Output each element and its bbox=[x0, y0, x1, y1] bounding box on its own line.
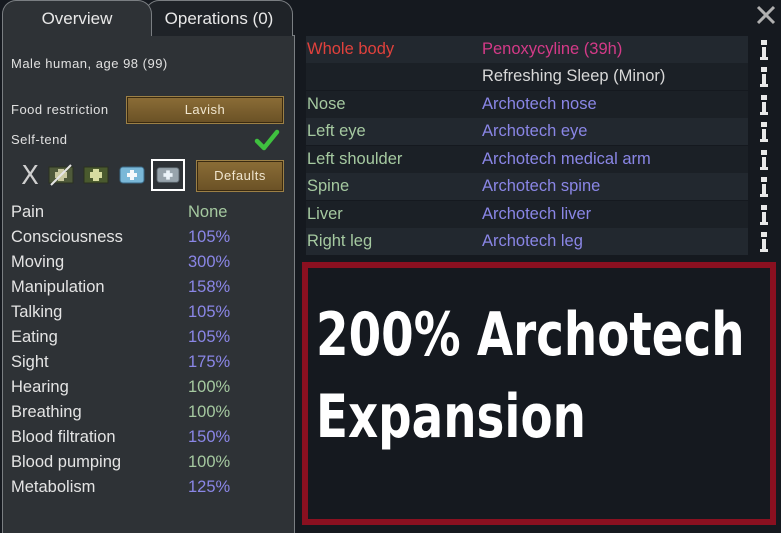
capacity-label: Blood pumping bbox=[11, 453, 122, 471]
info-icon[interactable] bbox=[758, 148, 770, 172]
glitterworld-medicine-icon bbox=[156, 167, 180, 183]
capacity-value: 105% bbox=[188, 328, 231, 346]
hediff-row[interactable]: Liver Archotech liver bbox=[306, 201, 748, 228]
capacity-value: 100% bbox=[188, 453, 231, 471]
capacity-label: Sight bbox=[11, 353, 49, 371]
info-icon[interactable] bbox=[758, 93, 770, 117]
hediff-label: Archotech medical arm bbox=[482, 150, 651, 168]
body-part-label: Spine bbox=[307, 177, 350, 195]
hediff-label: Archotech spine bbox=[482, 177, 601, 195]
capacity-label: Blood filtration bbox=[11, 428, 116, 446]
info-icon[interactable] bbox=[758, 120, 770, 144]
close-icon[interactable] bbox=[755, 4, 777, 26]
capacity-label: Hearing bbox=[11, 378, 69, 396]
capacity-row[interactable]: Eating 105% bbox=[11, 328, 291, 353]
tab-overview[interactable]: Overview bbox=[2, 0, 152, 36]
capacity-label: Pain bbox=[11, 203, 45, 221]
tab-operations[interactable]: Operations (0) bbox=[145, 0, 293, 36]
capacity-value: None bbox=[188, 203, 228, 221]
food-restriction-button[interactable]: Lavish bbox=[126, 96, 284, 124]
no-medicine-icon[interactable] bbox=[47, 163, 75, 187]
hediff-row[interactable]: Whole body Penoxycyline (39h) bbox=[306, 36, 748, 63]
body-part-label: Whole body bbox=[307, 40, 395, 58]
hediff-label: Penoxycyline (39h) bbox=[482, 40, 623, 58]
hediff-row[interactable]: Left shoulder Archotech medical arm bbox=[306, 146, 748, 173]
capacity-row[interactable]: Talking 105% bbox=[11, 303, 291, 328]
hediff-row[interactable]: Nose Archotech nose bbox=[306, 91, 748, 118]
capacity-row[interactable]: Moving 300% bbox=[11, 253, 291, 278]
selected-care-frame[interactable] bbox=[151, 159, 185, 191]
capacity-row[interactable]: Blood pumping 100% bbox=[11, 453, 291, 478]
body-part-label: Right leg bbox=[307, 232, 373, 250]
industrial-medicine-icon[interactable] bbox=[118, 163, 146, 187]
capacity-row[interactable]: Hearing 100% bbox=[11, 378, 291, 403]
capacity-value: 125% bbox=[188, 478, 231, 496]
capacity-label: Manipulation bbox=[11, 278, 105, 296]
capacity-value: 150% bbox=[188, 428, 231, 446]
info-icon[interactable] bbox=[758, 230, 770, 254]
capacity-label: Moving bbox=[11, 253, 65, 271]
body-part-label: Left eye bbox=[307, 122, 366, 140]
capacity-value: 105% bbox=[188, 228, 231, 246]
herbal-medicine-icon[interactable] bbox=[82, 163, 110, 187]
hediff-row[interactable]: Right leg Archotech leg bbox=[306, 228, 748, 255]
info-icon[interactable] bbox=[758, 65, 770, 89]
capacity-label: Breathing bbox=[11, 403, 82, 421]
capacity-value: 105% bbox=[188, 303, 231, 321]
info-icon[interactable] bbox=[758, 203, 770, 227]
hediff-row[interactable]: Spine Archotech spine bbox=[306, 173, 748, 200]
hediff-label: Archotech nose bbox=[482, 95, 597, 113]
capacity-row[interactable]: Manipulation 158% bbox=[11, 278, 291, 303]
capacity-row[interactable]: Breathing 100% bbox=[11, 403, 291, 428]
capacity-label: Metabolism bbox=[11, 478, 96, 496]
hediff-row[interactable]: Refreshing Sleep (Minor) bbox=[306, 63, 748, 90]
food-restriction-label: Food restriction bbox=[11, 102, 109, 117]
capacity-row[interactable]: Pain None bbox=[11, 203, 291, 228]
body-part-label: Nose bbox=[307, 95, 346, 113]
banner-line-2: Expansion bbox=[316, 382, 586, 452]
capacity-row[interactable]: Metabolism 125% bbox=[11, 478, 291, 503]
hediff-row[interactable]: Left eye Archotech eye bbox=[306, 118, 748, 145]
capacity-value: 100% bbox=[188, 403, 231, 421]
capacity-row[interactable]: Sight 175% bbox=[11, 353, 291, 378]
info-icon[interactable] bbox=[758, 175, 770, 199]
hediff-label: Archotech liver bbox=[482, 205, 592, 223]
pawn-description: Male human, age 98 (99) bbox=[11, 56, 168, 71]
hediff-label: Archotech leg bbox=[482, 232, 583, 250]
check-icon[interactable] bbox=[254, 128, 280, 152]
capacity-label: Eating bbox=[11, 328, 58, 346]
banner-line-1: 200% Archotech bbox=[316, 300, 745, 370]
capacity-label: Consciousness bbox=[11, 228, 123, 246]
defaults-button[interactable]: Defaults bbox=[196, 160, 284, 192]
no-care-icon[interactable]: X bbox=[16, 163, 44, 189]
capacity-value: 300% bbox=[188, 253, 231, 271]
self-tend-label: Self-tend bbox=[11, 132, 68, 147]
hediff-label: Refreshing Sleep (Minor) bbox=[482, 67, 666, 85]
body-part-label: Left shoulder bbox=[307, 150, 403, 168]
hediff-label: Archotech eye bbox=[482, 122, 588, 140]
banner-text: 200% Archotech Expansion bbox=[316, 294, 745, 458]
capacity-row[interactable]: Consciousness 105% bbox=[11, 228, 291, 253]
promo-banner: 200% Archotech Expansion bbox=[302, 262, 776, 525]
info-icon[interactable] bbox=[758, 38, 770, 62]
body-part-label: Liver bbox=[307, 205, 343, 223]
capacity-label: Talking bbox=[11, 303, 63, 321]
capacity-value: 100% bbox=[188, 378, 231, 396]
capacity-value: 175% bbox=[188, 353, 231, 371]
capacity-row[interactable]: Blood filtration 150% bbox=[11, 428, 291, 453]
capacity-value: 158% bbox=[188, 278, 231, 296]
